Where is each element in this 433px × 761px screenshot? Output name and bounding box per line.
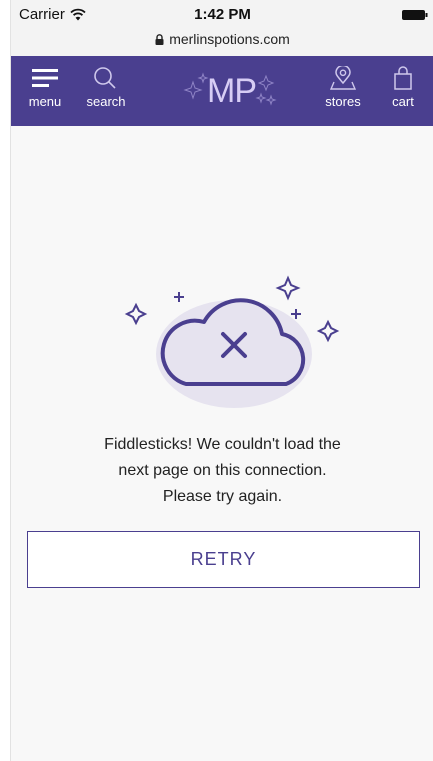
menu-label: menu — [28, 94, 62, 109]
address-bar[interactable]: merlinspotions.com — [11, 31, 433, 47]
cloud-error-icon — [124, 275, 340, 408]
shopping-bag-icon — [394, 66, 412, 90]
retry-button[interactable]: RETRY — [27, 531, 420, 588]
brand-logo[interactable]: MP — [181, 66, 277, 114]
url-text: merlinspotions.com — [169, 31, 290, 47]
error-message-line: next page on this connection. — [118, 462, 327, 479]
stores-label: stores — [325, 94, 361, 109]
status-time: 1:42 PM — [194, 6, 251, 23]
search-icon — [94, 67, 116, 89]
error-message-line: Please try again. — [162, 488, 283, 505]
status-bar: Carrier 1:42 PM merlinspotions.com — [11, 0, 433, 56]
cart-button[interactable]: cart — [388, 66, 418, 109]
search-button[interactable]: search — [81, 66, 131, 109]
hamburger-menu-icon — [32, 69, 58, 87]
logo-text: MP — [207, 72, 257, 110]
menu-button[interactable]: menu — [25, 66, 65, 109]
cart-label: cart — [392, 94, 414, 109]
top-navigation-bar: menu search MP stores cart — [11, 56, 433, 126]
lock-icon — [155, 34, 164, 45]
phone-screen: Carrier 1:42 PM merlinspotions.com menu … — [10, 0, 433, 761]
stores-button[interactable]: stores — [321, 66, 365, 109]
search-label: search — [86, 94, 126, 109]
map-pin-icon — [329, 66, 357, 90]
error-message: Fiddlesticks! We couldn't load the next … — [31, 432, 414, 510]
battery-icon — [402, 10, 428, 20]
error-message-line: Fiddlesticks! We couldn't load the — [104, 436, 341, 453]
